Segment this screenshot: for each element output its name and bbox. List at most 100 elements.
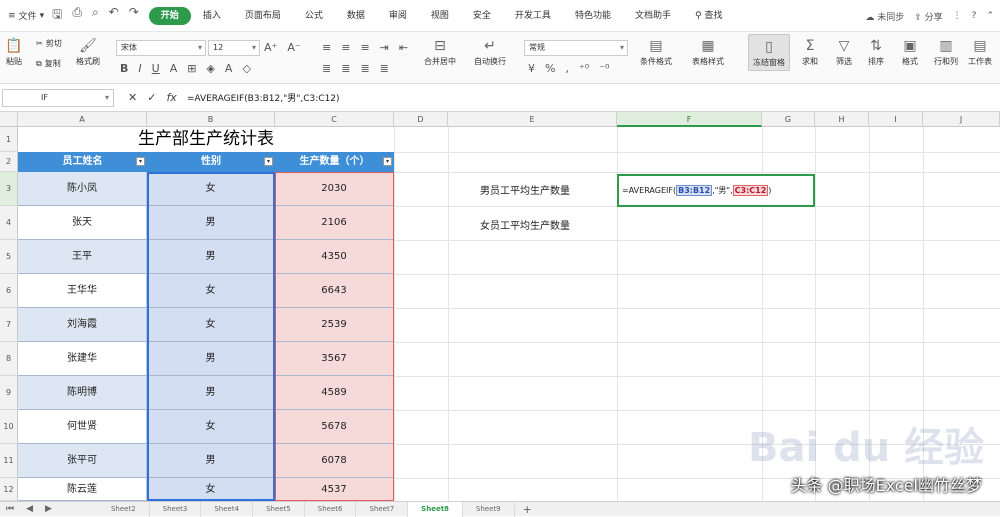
- row-header-7[interactable]: 7: [0, 308, 18, 342]
- file-menu[interactable]: ≡ 文件 ▾: [0, 9, 52, 23]
- table-cell[interactable]: 3567: [275, 342, 394, 376]
- wrap-button[interactable]: ↵ 自动换行: [474, 36, 506, 67]
- align-left-icon[interactable]: ≣: [322, 62, 331, 75]
- filter-dropdown-icon[interactable]: ▾: [383, 157, 392, 166]
- sheet-tab-4[interactable]: Sheet4: [201, 501, 254, 517]
- column-header-h[interactable]: H: [815, 112, 869, 127]
- align-bottom-icon[interactable]: ≡: [360, 41, 369, 54]
- align-middle-icon[interactable]: ≡: [341, 41, 350, 54]
- sheet-tab-8[interactable]: Sheet8: [408, 501, 463, 517]
- undo-icon[interactable]: ↶: [109, 5, 119, 26]
- table-cell[interactable]: 6643: [275, 274, 394, 308]
- row-header-8[interactable]: 8: [0, 342, 18, 376]
- table-cell[interactable]: 4589: [275, 376, 394, 410]
- underline-icon[interactable]: U: [152, 62, 160, 75]
- italic-icon[interactable]: I: [138, 62, 141, 75]
- tab-8[interactable]: 开发工具: [503, 7, 563, 25]
- row-header-10[interactable]: 10: [0, 410, 18, 444]
- row-header-11[interactable]: 11: [0, 444, 18, 478]
- first-sheet-icon[interactable]: ⏮: [0, 504, 20, 514]
- tab-9[interactable]: 特色功能: [563, 7, 623, 25]
- next-sheet-icon[interactable]: ▶: [39, 504, 58, 514]
- row-header-3[interactable]: 3: [0, 172, 18, 206]
- tab-0[interactable]: 开始: [148, 6, 191, 25]
- column-header-g[interactable]: G: [762, 112, 815, 127]
- table-cell[interactable]: 5678: [275, 410, 394, 444]
- conditional-format-button[interactable]: ▤ 条件格式: [640, 36, 672, 67]
- table-cell[interactable]: 王平: [18, 240, 147, 274]
- table-cell[interactable]: 女: [147, 478, 275, 501]
- font-size-select[interactable]: 12 ▾: [208, 40, 260, 56]
- table-cell[interactable]: 男: [147, 240, 275, 274]
- percent-icon[interactable]: %: [545, 62, 555, 75]
- table-cell[interactable]: 女: [147, 308, 275, 342]
- table-cell[interactable]: 张平可: [18, 444, 147, 478]
- table-cell[interactable]: 男: [147, 376, 275, 410]
- prev-sheet-icon[interactable]: ◀: [20, 504, 39, 514]
- tab-10[interactable]: 文档助手: [623, 7, 683, 25]
- female-average-label[interactable]: 女员工平均生产数量: [480, 217, 570, 232]
- font-family-select[interactable]: 宋体 ▾: [116, 40, 206, 56]
- font-grow-icon[interactable]: A⁺: [264, 41, 277, 54]
- align-center-icon[interactable]: ≣: [341, 62, 350, 75]
- decrease-decimal-icon[interactable]: ⁻⁰: [599, 62, 609, 75]
- tab-3[interactable]: 公式: [293, 7, 335, 25]
- filter-dropdown-icon[interactable]: ▾: [136, 157, 145, 166]
- tab-4[interactable]: 数据: [335, 7, 377, 25]
- fill-color-icon[interactable]: ◈: [206, 62, 214, 75]
- table-cell[interactable]: 女: [147, 274, 275, 308]
- table-cell[interactable]: 张天: [18, 206, 147, 240]
- header-cell-gender[interactable]: 性别 ▾: [147, 152, 275, 172]
- format-painter-button[interactable]: 🖌 格式刷: [76, 36, 100, 67]
- search-tab[interactable]: ⚲ 查找: [683, 7, 734, 25]
- sort-button[interactable]: ⇅ 排序: [866, 36, 886, 67]
- justify-icon[interactable]: ≣: [380, 62, 389, 75]
- table-cell[interactable]: 女: [147, 172, 275, 206]
- header-cell-quantity[interactable]: 生产数量（个） ▾: [275, 152, 394, 172]
- table-cell[interactable]: 男: [147, 206, 275, 240]
- number-format-select[interactable]: 常规 ▾: [524, 40, 628, 56]
- row-column-button[interactable]: ▥ 行和列: [934, 36, 958, 67]
- currency-icon[interactable]: ¥: [528, 62, 535, 75]
- row-header-4[interactable]: 4: [0, 206, 18, 240]
- column-header-j[interactable]: J: [923, 112, 1000, 127]
- sheet-tab-2[interactable]: Sheet2: [98, 501, 150, 517]
- preview-icon[interactable]: ⌕: [92, 5, 99, 26]
- print-icon[interactable]: ⎙: [72, 5, 82, 26]
- help-icon[interactable]: ?: [972, 11, 977, 21]
- table-cell[interactable]: 何世贤: [18, 410, 147, 444]
- tab-2[interactable]: 页面布局: [233, 7, 293, 25]
- sum-button[interactable]: Σ 求和: [800, 36, 820, 67]
- sheet-tab-3[interactable]: Sheet3: [150, 501, 202, 517]
- column-header-e[interactable]: E: [448, 112, 617, 127]
- sheet-tab-9[interactable]: Sheet9: [463, 501, 515, 517]
- indent-icon[interactable]: ⇥: [380, 41, 389, 54]
- cut-button[interactable]: ✂ 剪切: [36, 38, 62, 49]
- tab-1[interactable]: 插入: [191, 7, 233, 25]
- font-shrink-icon[interactable]: A⁻: [287, 41, 300, 54]
- collapse-icon[interactable]: ⌃: [986, 11, 994, 21]
- more-icon[interactable]: ⋮: [953, 11, 962, 21]
- column-header-c[interactable]: C: [275, 112, 394, 127]
- tab-6[interactable]: 视图: [419, 7, 461, 25]
- column-header-b[interactable]: B: [147, 112, 275, 127]
- table-cell[interactable]: 张建华: [18, 342, 147, 376]
- redo-icon[interactable]: ↷: [129, 5, 139, 26]
- row-header-2[interactable]: 2: [0, 152, 18, 172]
- table-cell[interactable]: 2539: [275, 308, 394, 342]
- row-header-1[interactable]: 1: [0, 127, 18, 152]
- table-cell[interactable]: 6078: [275, 444, 394, 478]
- table-cell[interactable]: 陈明博: [18, 376, 147, 410]
- copy-button[interactable]: ⧉ 复制: [36, 58, 61, 69]
- sync-status[interactable]: ☁ 未同步: [865, 10, 904, 23]
- column-header-a[interactable]: A: [18, 112, 147, 127]
- freeze-panes-button[interactable]: ▯ 冻结窗格: [748, 34, 790, 71]
- row-header-12[interactable]: 12: [0, 478, 18, 501]
- name-box[interactable]: IF ▾: [2, 88, 114, 107]
- row-header-6[interactable]: 6: [0, 274, 18, 308]
- column-header-i[interactable]: I: [869, 112, 923, 127]
- sheet-tab-7[interactable]: Sheet7: [356, 501, 409, 517]
- filter-button[interactable]: ▽ 筛选: [834, 36, 854, 67]
- active-cell-editor[interactable]: =AVERAGEIF(B3:B12 ,"男", C3:C12): [617, 174, 815, 207]
- align-top-icon[interactable]: ≡: [322, 41, 331, 54]
